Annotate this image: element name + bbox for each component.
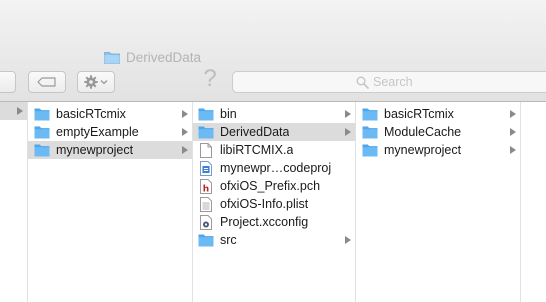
folder-icon xyxy=(362,142,378,158)
selected-item-strip[interactable] xyxy=(0,102,27,120)
disclosure-arrow-icon xyxy=(345,128,351,136)
list-item[interactable]: bin xyxy=(193,105,355,123)
item-label: Project.xcconfig xyxy=(220,215,309,229)
toolbar: DerivedData ? xyxy=(0,0,546,102)
list-item[interactable]: ofxiOS-Info.plist xyxy=(193,195,355,213)
xcode-project-icon xyxy=(198,160,214,176)
list-item[interactable]: emptyExample xyxy=(28,123,192,141)
action-button[interactable] xyxy=(77,71,115,93)
disclosure-arrow-icon xyxy=(345,110,351,118)
list-item[interactable]: src xyxy=(193,231,355,249)
list-item[interactable]: mynewproject xyxy=(356,141,520,159)
header-file-icon: h xyxy=(198,178,214,194)
column-4[interactable] xyxy=(521,102,546,302)
column-parent[interactable] xyxy=(0,102,28,302)
item-label: mynewproject xyxy=(384,143,462,157)
window-title: DerivedData xyxy=(104,48,201,66)
disclosure-arrow-icon xyxy=(510,110,516,118)
search-input[interactable] xyxy=(373,74,533,90)
svg-text:h: h xyxy=(203,184,209,194)
folder-icon xyxy=(362,124,378,140)
item-label: ofxiOS-Info.plist xyxy=(220,197,309,211)
folder-icon xyxy=(362,106,378,122)
disclosure-arrow-icon xyxy=(182,128,188,136)
search-field[interactable] xyxy=(232,71,546,93)
tags-button[interactable] xyxy=(28,71,66,93)
search-icon xyxy=(356,76,369,89)
disclosure-arrow-icon xyxy=(17,107,23,115)
item-label: mynewpr…codeproj xyxy=(220,161,332,175)
folder-icon xyxy=(34,142,50,158)
column-3[interactable]: basicRTcmix ModuleCache mynewproject xyxy=(356,102,521,302)
disclosure-arrow-icon xyxy=(510,146,516,154)
disclosure-arrow-icon xyxy=(182,110,188,118)
item-label: src xyxy=(220,233,237,247)
gear-icon xyxy=(84,75,98,89)
item-label: basicRTcmix xyxy=(56,107,126,121)
xcconfig-file-icon xyxy=(198,214,214,230)
help-icon[interactable]: ? xyxy=(201,66,219,92)
item-label: bin xyxy=(220,107,237,121)
folder-icon xyxy=(198,124,214,140)
item-label: basicRTcmix xyxy=(384,107,454,121)
column-1[interactable]: basicRTcmix emptyExample mynewproject xyxy=(28,102,193,302)
disclosure-arrow-icon xyxy=(182,146,188,154)
item-label: libiRTCMIX.a xyxy=(220,143,294,157)
plist-file-icon xyxy=(198,196,214,212)
view-mode-button[interactable] xyxy=(0,71,16,93)
item-label: ModuleCache xyxy=(384,125,462,139)
folder-icon xyxy=(34,124,50,140)
list-item[interactable]: ModuleCache xyxy=(356,123,520,141)
list-item[interactable]: DerivedData xyxy=(193,123,355,141)
list-item[interactable]: libiRTCMIX.a xyxy=(193,141,355,159)
folder-icon xyxy=(34,106,50,122)
disclosure-arrow-icon xyxy=(345,236,351,244)
disclosure-arrow-icon xyxy=(510,128,516,136)
folder-icon xyxy=(104,51,120,64)
document-icon xyxy=(198,142,214,158)
folder-icon xyxy=(198,106,214,122)
list-item[interactable]: Project.xcconfig xyxy=(193,213,355,231)
item-label: DerivedData xyxy=(220,125,290,139)
item-label: mynewproject xyxy=(56,143,134,157)
window-title-text: DerivedData xyxy=(126,49,202,65)
list-item[interactable]: h ofxiOS_Prefix.pch xyxy=(193,177,355,195)
list-item[interactable]: basicRTcmix xyxy=(356,105,520,123)
list-item[interactable]: basicRTcmix xyxy=(28,105,192,123)
column-2[interactable]: bin DerivedData libiRTCMIX.a mynewpr…cod… xyxy=(193,102,356,302)
folder-icon xyxy=(198,232,214,248)
list-item[interactable]: mynewproject xyxy=(28,141,192,159)
item-label: emptyExample xyxy=(56,125,139,139)
list-item[interactable]: mynewpr…codeproj xyxy=(193,159,355,177)
tag-icon xyxy=(37,77,56,87)
chevron-down-icon xyxy=(100,80,108,85)
item-label: ofxiOS_Prefix.pch xyxy=(220,179,321,193)
